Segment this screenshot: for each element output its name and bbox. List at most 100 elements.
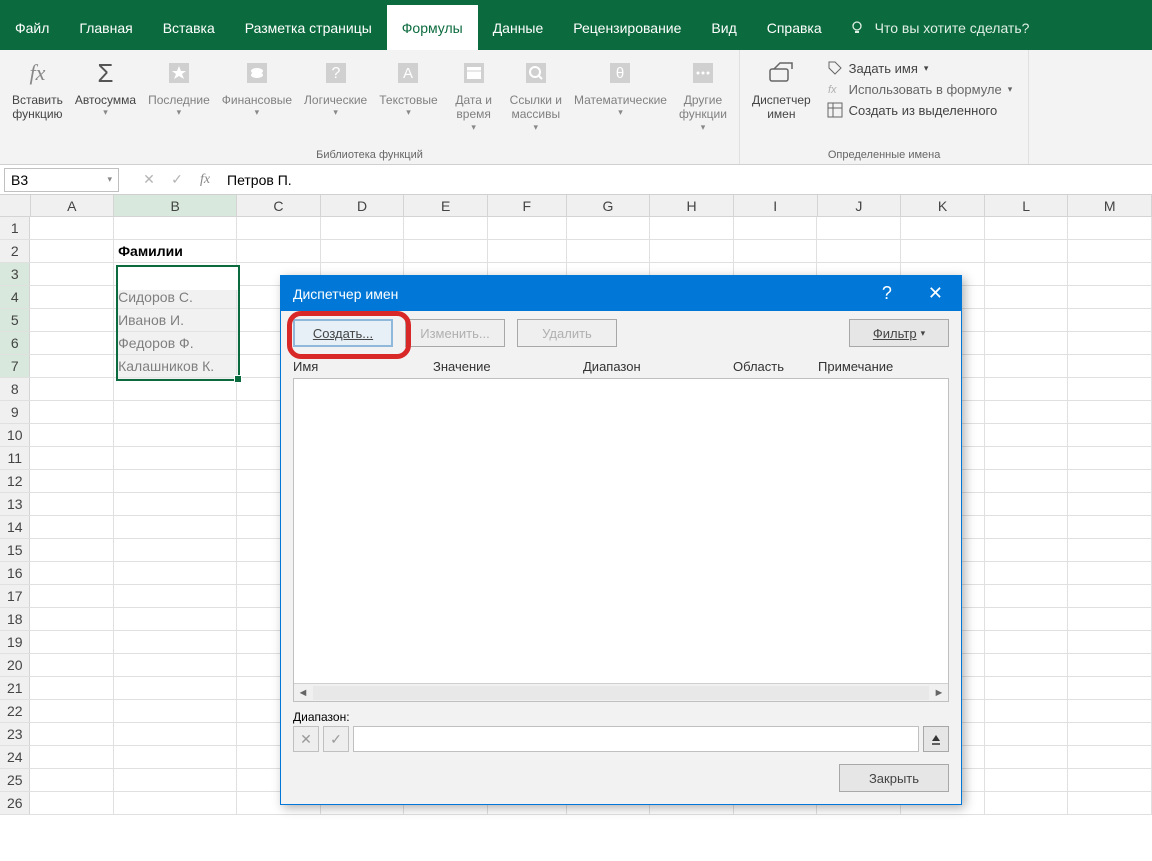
- row-header-14[interactable]: 14: [0, 516, 30, 538]
- text-button[interactable]: A Текстовые ▾: [373, 54, 443, 121]
- cell-A2[interactable]: [30, 240, 114, 262]
- cell-A7[interactable]: [30, 355, 114, 377]
- filter-button[interactable]: Фильтр ▾: [849, 319, 949, 347]
- cell-M7[interactable]: [1068, 355, 1152, 377]
- cell-A5[interactable]: [30, 309, 114, 331]
- cell-B13[interactable]: [114, 493, 237, 515]
- cell-L24[interactable]: [985, 746, 1069, 768]
- cell-L12[interactable]: [985, 470, 1069, 492]
- cell-A19[interactable]: [30, 631, 114, 653]
- cell-L14[interactable]: [985, 516, 1069, 538]
- cell-L4[interactable]: [985, 286, 1069, 308]
- cell-B4[interactable]: Сидоров С.: [114, 286, 237, 308]
- tab-data[interactable]: Данные: [478, 5, 559, 50]
- close-dialog-button[interactable]: Закрыть: [839, 764, 949, 792]
- scroll-right-icon[interactable]: ►: [930, 687, 948, 699]
- cell-M8[interactable]: [1068, 378, 1152, 400]
- row-header-5[interactable]: 5: [0, 309, 30, 331]
- create-from-selection-button[interactable]: Создать из выделенного: [823, 100, 1017, 120]
- cell-M9[interactable]: [1068, 401, 1152, 423]
- cell-M15[interactable]: [1068, 539, 1152, 561]
- cell-A20[interactable]: [30, 654, 114, 676]
- cell-I2[interactable]: [734, 240, 818, 262]
- tab-formulas[interactable]: Формулы: [387, 5, 478, 50]
- cell-B18[interactable]: [114, 608, 237, 630]
- cell-A17[interactable]: [30, 585, 114, 607]
- use-in-formula-button[interactable]: fx Использовать в формуле ▾: [823, 79, 1017, 99]
- cell-M24[interactable]: [1068, 746, 1152, 768]
- column-header-M[interactable]: M: [1068, 195, 1152, 216]
- col-header-comment[interactable]: Примечание: [818, 359, 893, 374]
- cell-C2[interactable]: [237, 240, 321, 262]
- cell-B20[interactable]: [114, 654, 237, 676]
- column-header-I[interactable]: I: [734, 195, 818, 216]
- row-header-9[interactable]: 9: [0, 401, 30, 423]
- col-header-scope[interactable]: Область: [733, 359, 818, 374]
- dialog-help-button[interactable]: ?: [882, 283, 892, 304]
- cell-M10[interactable]: [1068, 424, 1152, 446]
- cell-B14[interactable]: [114, 516, 237, 538]
- row-header-21[interactable]: 21: [0, 677, 30, 699]
- cell-L7[interactable]: [985, 355, 1069, 377]
- cell-L23[interactable]: [985, 723, 1069, 745]
- cell-B26[interactable]: [114, 792, 237, 814]
- cell-L19[interactable]: [985, 631, 1069, 653]
- cell-K2[interactable]: [901, 240, 985, 262]
- cell-A13[interactable]: [30, 493, 114, 515]
- accept-formula-button[interactable]: ✓: [163, 168, 191, 192]
- cell-M5[interactable]: [1068, 309, 1152, 331]
- name-box[interactable]: B3 ▾: [4, 168, 119, 192]
- cell-G1[interactable]: [567, 217, 651, 239]
- row-header-19[interactable]: 19: [0, 631, 30, 653]
- cell-B16[interactable]: [114, 562, 237, 584]
- cell-M21[interactable]: [1068, 677, 1152, 699]
- scroll-track[interactable]: [313, 686, 929, 700]
- cell-M2[interactable]: [1068, 240, 1152, 262]
- cell-B3[interactable]: Петров П.: [114, 263, 237, 285]
- range-input[interactable]: [353, 726, 919, 752]
- column-header-H[interactable]: H: [650, 195, 734, 216]
- row-header-7[interactable]: 7: [0, 355, 30, 377]
- row-header-10[interactable]: 10: [0, 424, 30, 446]
- cell-B1[interactable]: [114, 217, 237, 239]
- row-header-13[interactable]: 13: [0, 493, 30, 515]
- cell-A14[interactable]: [30, 516, 114, 538]
- tab-insert[interactable]: Вставка: [148, 5, 230, 50]
- name-manager-button[interactable]: Диспетчер имен: [746, 54, 817, 125]
- cell-L13[interactable]: [985, 493, 1069, 515]
- column-header-C[interactable]: C: [237, 195, 321, 216]
- row-header-11[interactable]: 11: [0, 447, 30, 469]
- cell-A12[interactable]: [30, 470, 114, 492]
- column-header-A[interactable]: A: [31, 195, 115, 216]
- edit-name-button[interactable]: Изменить...: [405, 319, 505, 347]
- row-header-8[interactable]: 8: [0, 378, 30, 400]
- cell-M1[interactable]: [1068, 217, 1152, 239]
- names-list[interactable]: ◄ ►: [293, 378, 949, 702]
- cell-B17[interactable]: [114, 585, 237, 607]
- row-header-2[interactable]: 2: [0, 240, 30, 262]
- cell-L22[interactable]: [985, 700, 1069, 722]
- cell-A24[interactable]: [30, 746, 114, 768]
- cell-A15[interactable]: [30, 539, 114, 561]
- cancel-formula-button[interactable]: ✕: [135, 168, 163, 192]
- cell-M26[interactable]: [1068, 792, 1152, 814]
- tab-view[interactable]: Вид: [696, 5, 751, 50]
- row-header-15[interactable]: 15: [0, 539, 30, 561]
- datetime-button[interactable]: Дата и время ▾: [444, 54, 504, 136]
- column-header-D[interactable]: D: [321, 195, 405, 216]
- cell-A25[interactable]: [30, 769, 114, 791]
- cell-M11[interactable]: [1068, 447, 1152, 469]
- cell-H1[interactable]: [650, 217, 734, 239]
- cell-B19[interactable]: [114, 631, 237, 653]
- create-name-button[interactable]: Создать...: [293, 319, 393, 347]
- row-header-3[interactable]: 3: [0, 263, 30, 285]
- column-header-J[interactable]: J: [818, 195, 902, 216]
- cell-L11[interactable]: [985, 447, 1069, 469]
- cell-A4[interactable]: [30, 286, 114, 308]
- cell-M17[interactable]: [1068, 585, 1152, 607]
- define-name-button[interactable]: Задать имя ▾: [823, 58, 1017, 78]
- cell-B22[interactable]: [114, 700, 237, 722]
- cell-B7[interactable]: Калашников К.: [114, 355, 237, 377]
- cell-M25[interactable]: [1068, 769, 1152, 791]
- cell-B12[interactable]: [114, 470, 237, 492]
